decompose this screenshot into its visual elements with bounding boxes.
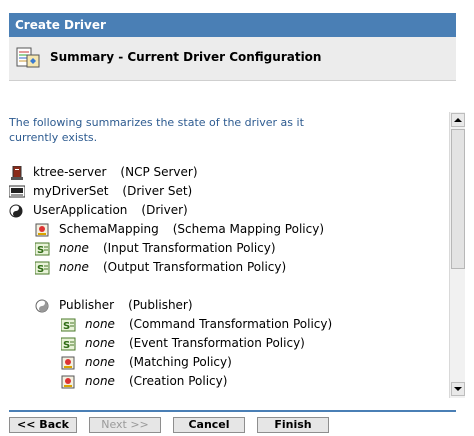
stylesheet-icon: S	[34, 261, 51, 275]
publisher-icon	[35, 299, 51, 313]
schema-policy-icon	[35, 223, 51, 237]
configuration-summary-icon	[15, 45, 41, 71]
server-icon	[9, 165, 25, 180]
tree-item-output-transformation: S none (Output Transformation Policy)	[34, 260, 287, 275]
arrow-down-icon	[454, 387, 462, 391]
summary-panel: The following summarizes the state of th…	[9, 110, 447, 400]
scrollbar-thumb[interactable]	[451, 129, 465, 269]
page-title: Summary - Current Driver Configuration	[50, 50, 322, 64]
scroll-down-button[interactable]	[451, 382, 465, 396]
arrow-up-icon	[454, 118, 462, 122]
tree-item-input-transformation: S none (Input Transformation Policy)	[34, 241, 276, 256]
stylesheet-icon: S	[60, 337, 77, 351]
svg-text:S: S	[37, 245, 44, 256]
tree-item-matching-policy: none (Matching Policy)	[61, 355, 232, 373]
driver-set-icon	[9, 185, 26, 199]
policy-icon	[61, 356, 77, 370]
scroll-up-button[interactable]	[451, 113, 465, 127]
stylesheet-icon: S	[60, 318, 77, 332]
svg-text:S: S	[37, 264, 44, 275]
stylesheet-icon: S	[34, 242, 51, 256]
back-button[interactable]: << Back	[9, 417, 77, 433]
tree-item-schema-mapping: SchemaMapping (Schema Mapping Policy)	[35, 222, 324, 240]
svg-text:S: S	[63, 340, 70, 351]
button-divider	[9, 410, 456, 412]
policy-icon	[61, 375, 77, 389]
tree-item-server: ktree-server (NCP Server)	[9, 165, 198, 183]
tree-item-creation-policy: none (Creation Policy)	[61, 374, 227, 392]
driver-icon	[9, 204, 25, 218]
intro-text: The following summarizes the state of th…	[9, 116, 304, 144]
vertical-scrollbar[interactable]	[449, 112, 465, 398]
tree-item-command-transformation: S none (Command Transformation Policy)	[60, 317, 333, 332]
tree-item-driver-set: myDriverSet (Driver Set)	[9, 184, 192, 202]
page-header: Summary - Current Driver Configuration	[9, 37, 456, 81]
tree-item-publisher: Publisher (Publisher)	[35, 298, 193, 316]
next-button[interactable]: Next >>	[89, 417, 161, 433]
finish-button[interactable]: Finish	[257, 417, 329, 433]
tree-item-driver: UserApplication (Driver)	[9, 203, 188, 221]
cancel-button[interactable]: Cancel	[173, 417, 245, 433]
window-title: Create Driver	[9, 13, 456, 37]
svg-text:S: S	[63, 321, 70, 332]
tree-item-event-transformation: S none (Event Transformation Policy)	[60, 336, 305, 351]
